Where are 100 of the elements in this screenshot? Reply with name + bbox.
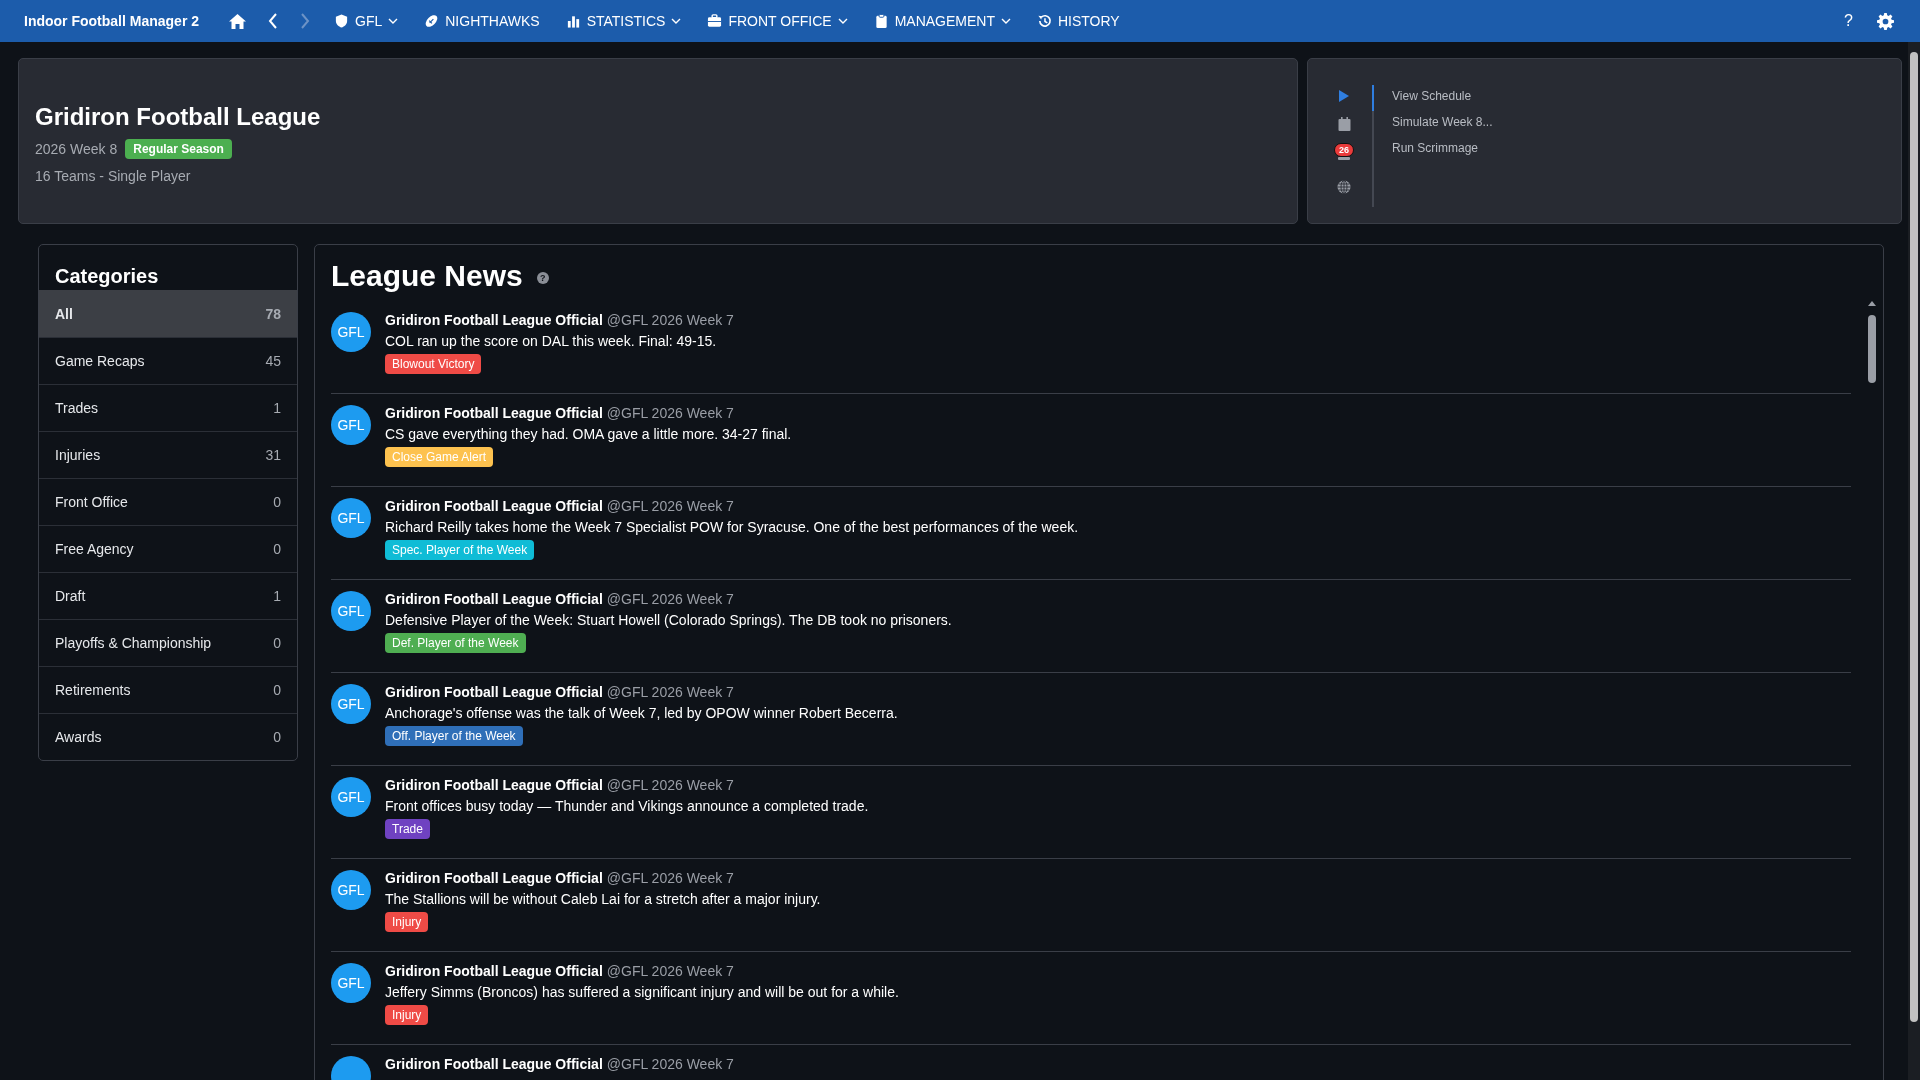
category-item[interactable]: Front Office 0 — [39, 478, 297, 525]
nav-menu-item[interactable]: MANAGEMENT — [863, 9, 1021, 33]
history-icon — [1037, 13, 1052, 29]
post-meta: @GFL 2026 Week 7 — [606, 963, 734, 979]
post-meta: @GFL 2026 Week 7 — [606, 684, 734, 700]
avatar: GFL — [331, 777, 371, 817]
post-tag: Def. Player of the Week — [385, 633, 526, 653]
nav-menu-item[interactable]: NIGHTHAWKS — [414, 9, 550, 33]
category-count: 31 — [265, 447, 281, 463]
post-meta: @GFL 2026 Week 7 — [606, 1056, 734, 1072]
globe-icon[interactable] — [1337, 180, 1351, 194]
post-tag: Injury — [385, 1005, 429, 1025]
category-label: Draft — [55, 588, 86, 604]
category-label: Playoffs & Championship — [55, 635, 212, 651]
category-item[interactable]: Game Recaps 45 — [39, 337, 297, 384]
post-text: Defensive Player of the Week: Stuart Howell (Colorado Springs). The DB took no prisoners. — [385, 612, 952, 628]
post-tag: Injury — [385, 912, 429, 932]
category-item[interactable]: Trades 1 — [39, 384, 297, 431]
page-scrollbar[interactable] — [1910, 52, 1918, 1022]
avatar: GFL — [331, 405, 371, 445]
category-item[interactable]: Free Agency 0 — [39, 525, 297, 572]
category-item[interactable]: Playoffs & Championship 0 — [39, 619, 297, 666]
avatar: GFL — [331, 498, 371, 538]
category-label: All — [55, 305, 73, 322]
post-text: Front offices busy today — Thunder and Vikings announce a completed trade. — [385, 798, 869, 814]
post-tag: Spec. Player of the Week — [385, 540, 535, 560]
post-author: Gridiron Football League Official — [385, 1056, 603, 1072]
quick-action-link[interactable]: Run Scrimmage — [1372, 137, 1493, 163]
category-label: Front Office — [55, 494, 128, 510]
post-meta: @GFL 2026 Week 7 — [606, 870, 734, 886]
post-author: Gridiron Football League Official — [385, 405, 603, 421]
news-title: League News — [331, 259, 523, 293]
post-text: Jeffery Simms (Broncos) has suffered a significant injury and will be out for a while. — [385, 984, 899, 1000]
category-count: 45 — [265, 353, 281, 369]
bar-chart-icon — [565, 13, 581, 29]
post-meta: @GFL 2026 Week 7 — [606, 777, 734, 793]
avatar: GFL — [331, 963, 371, 1003]
play-icon[interactable] — [1338, 89, 1350, 103]
post-text: Anchorage's offense was the talk of Week 7, led by OPOW winner Robert Becerra. — [385, 705, 898, 721]
season-phase-badge: Regular Season — [125, 139, 232, 159]
post-tag: Close Game Alert — [385, 447, 494, 467]
help-button[interactable]: ? — [1834, 8, 1863, 34]
category-label: Retirements — [55, 682, 131, 698]
category-label: Awards — [55, 729, 102, 745]
shield-icon — [334, 13, 349, 29]
notification-count: 26 — [1334, 143, 1354, 157]
league-info: 16 Teams - Single Player — [35, 168, 192, 184]
category-count: 0 — [273, 494, 281, 510]
category-count: 1 — [273, 400, 281, 416]
quick-action-link[interactable]: View Schedule — [1372, 85, 1493, 111]
post-author: Gridiron Football League Official — [385, 591, 603, 607]
post-text: The Stallions will be without Caleb Lai for a stretch after a major injury. — [385, 891, 821, 907]
category-item[interactable]: Injuries 31 — [39, 431, 297, 478]
post-tag: Off. Player of the Week — [385, 726, 523, 746]
category-label: Free Agency — [55, 541, 134, 557]
category-item[interactable]: All 78 — [39, 290, 297, 337]
nav-menu-item[interactable]: HISTORY — [1027, 9, 1130, 33]
post-text: CS gave everything they had. OMA gave a little more. 34-27 final. — [385, 426, 792, 442]
category-label: Trades — [55, 400, 99, 416]
category-count: 1 — [273, 588, 281, 604]
league-title: Gridiron Football League — [35, 103, 322, 131]
post-text: COL ran up the score on DAL this week. Final: 49-15. — [385, 333, 717, 349]
post-meta: @GFL 2026 Week 7 — [606, 312, 734, 328]
nav-menu-item[interactable]: STATISTICS — [555, 9, 692, 33]
avatar: GFL — [331, 312, 371, 352]
post-author: Gridiron Football League Official — [385, 498, 603, 514]
avatar: GFL — [331, 870, 371, 910]
post-tag: Blowout Victory — [385, 354, 482, 374]
post-tag: Trade — [385, 819, 430, 839]
scrollbar[interactable] — [1867, 301, 1877, 383]
post-meta: @GFL 2026 Week 7 — [606, 591, 734, 607]
post-author: Gridiron Football League Official — [385, 963, 603, 979]
post-meta: @GFL 2026 Week 7 — [606, 498, 734, 514]
avatar: GFL — [331, 684, 371, 724]
category-count: 0 — [273, 682, 281, 698]
post-text: Richard Reilly takes home the Week 7 Specialist POW for Syracuse. One of the best performances of the week. — [385, 519, 1079, 535]
categories-title: Categories — [54, 264, 160, 289]
category-label: Game Recaps — [55, 353, 145, 369]
clipboard-icon — [873, 13, 889, 29]
category-count: 78 — [265, 305, 281, 322]
post-author: Gridiron Football League Official — [385, 777, 603, 793]
calendar-icon[interactable] — [1337, 117, 1351, 131]
help-icon[interactable]: ? — [536, 272, 549, 284]
briefcase-icon — [707, 13, 723, 29]
category-label: Injuries — [55, 447, 101, 463]
post-meta: @GFL 2026 Week 7 — [606, 405, 734, 421]
quick-action-link[interactable]: Simulate Week 8... — [1372, 111, 1493, 137]
avatar: GFL — [331, 591, 371, 631]
season-week: 2026 Week 8 — [35, 141, 118, 157]
category-item[interactable]: Draft 1 — [39, 572, 297, 619]
app-title: Indoor Football Manager 2 — [24, 13, 199, 29]
nav-menu-item[interactable]: GFL — [324, 9, 409, 33]
post-author: Gridiron Football League Official — [385, 312, 603, 328]
category-count: 0 — [273, 635, 281, 651]
football-icon — [424, 13, 440, 29]
category-item[interactable]: Retirements 0 — [39, 666, 297, 713]
category-count: 0 — [273, 541, 281, 557]
category-item[interactable]: Awards 0 — [39, 713, 297, 760]
post-author: Gridiron Football League Official — [385, 870, 603, 886]
nav-menu-item[interactable]: FRONT OFFICE — [697, 9, 858, 33]
